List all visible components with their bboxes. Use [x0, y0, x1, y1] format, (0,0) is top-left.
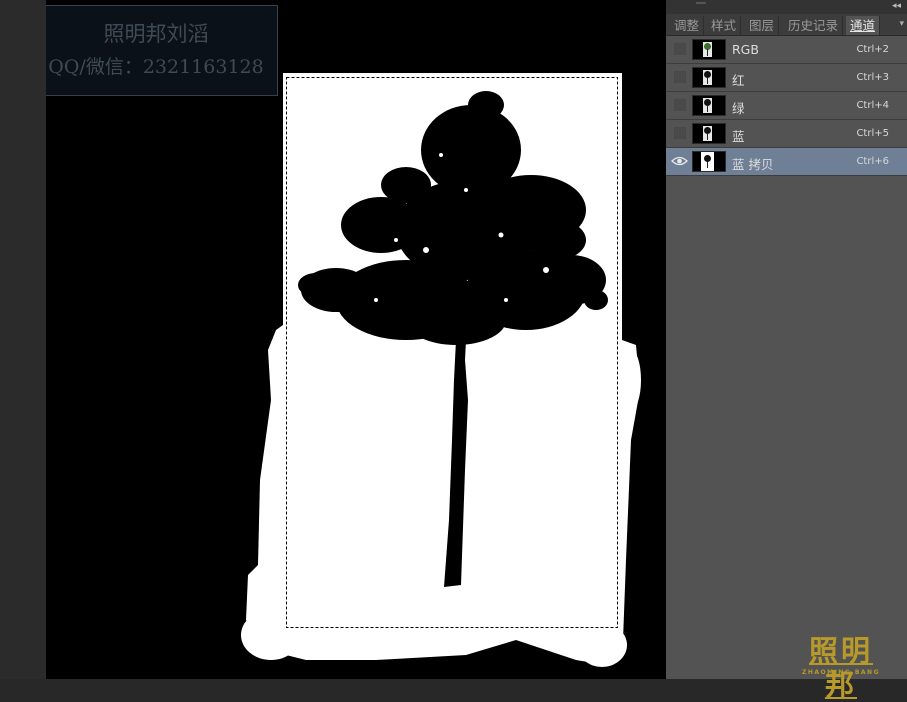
- channel-mask-image: [241, 73, 641, 667]
- channel-name: 蓝: [732, 129, 745, 144]
- channel-thumbnail: [692, 67, 726, 88]
- left-workspace-strip: [0, 0, 46, 679]
- panel-header-bar: ◂◂: [666, 0, 907, 14]
- channel-shortcut: Ctrl+4: [856, 100, 889, 111]
- watermark-contact: QQ/微信：2321163128: [48, 56, 264, 78]
- channel-thumbnail: [692, 151, 726, 172]
- channels-panel: ◂◂ 调整 样式 图层 历史记录 通道 ▾ RGB Ctrl+2 红 Ctrl+…: [666, 0, 907, 679]
- channel-row-blue[interactable]: 蓝 Ctrl+5: [666, 120, 907, 148]
- watermark-box: 照明邦刘滔 QQ/微信：2321163128: [46, 5, 278, 96]
- channel-row-red[interactable]: 红 Ctrl+3: [666, 64, 907, 92]
- visibility-toggle[interactable]: [674, 71, 686, 83]
- channel-name: 蓝 拷贝: [732, 157, 774, 172]
- channel-shortcut: Ctrl+3: [856, 72, 889, 83]
- eye-icon[interactable]: [671, 154, 688, 168]
- collapse-icon[interactable]: ◂◂: [892, 1, 901, 11]
- logo-text: 照明邦: [808, 634, 873, 702]
- channel-row-rgb[interactable]: RGB Ctrl+2: [666, 36, 907, 64]
- visibility-toggle[interactable]: [674, 99, 686, 111]
- tab-history[interactable]: 历史记录: [784, 16, 844, 35]
- tab-layers[interactable]: 图层: [745, 16, 780, 35]
- logo-subtext: ZHAOMING BANG: [801, 669, 881, 676]
- channel-thumbnail: [692, 39, 726, 60]
- channel-thumbnail: [692, 123, 726, 144]
- channel-name: 红: [732, 73, 745, 88]
- panel-grip[interactable]: [696, 2, 706, 4]
- channel-shortcut: Ctrl+5: [856, 128, 889, 139]
- channel-thumbnail: [692, 95, 726, 116]
- channel-name: RGB: [732, 42, 759, 57]
- panel-menu-icon[interactable]: ▾: [899, 19, 904, 29]
- visibility-toggle[interactable]: [674, 43, 686, 55]
- channel-shortcut: Ctrl+6: [856, 156, 889, 167]
- tab-adjustments[interactable]: 调整: [670, 16, 705, 35]
- tab-styles[interactable]: 样式: [707, 16, 742, 35]
- channel-shortcut: Ctrl+2: [856, 44, 889, 55]
- panel-tab-bar: 调整 样式 图层 历史记录 通道 ▾: [666, 14, 907, 36]
- channel-row-blue-copy[interactable]: 蓝 拷贝 Ctrl+6: [666, 148, 907, 176]
- watermark-author: 照明邦刘滔: [103, 22, 209, 46]
- visibility-toggle[interactable]: [674, 127, 686, 139]
- brand-logo: 照明邦 ZHAOMING BANG: [796, 634, 886, 702]
- document-canvas[interactable]: 照明邦刘滔 QQ/微信：2321163128: [46, 0, 666, 679]
- channel-name: 绿: [732, 101, 745, 116]
- tab-channels[interactable]: 通道: [846, 16, 881, 35]
- channel-row-green[interactable]: 绿 Ctrl+4: [666, 92, 907, 120]
